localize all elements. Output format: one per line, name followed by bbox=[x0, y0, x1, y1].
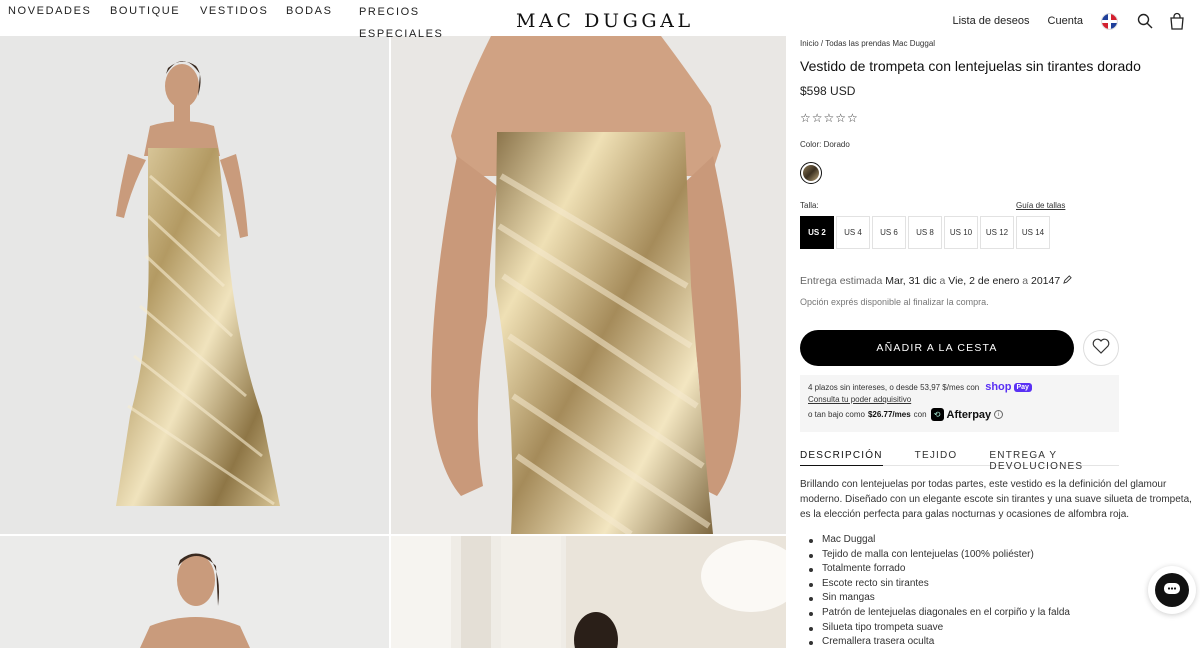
size-guide-link[interactable]: Guía de tallas bbox=[1016, 201, 1065, 210]
wishlist-heart-button[interactable] bbox=[1083, 330, 1119, 366]
delivery-prefix: Entrega estimada bbox=[800, 275, 883, 287]
tab-descripcion[interactable]: DESCRIPCIÓN bbox=[800, 450, 883, 466]
flag-icon[interactable] bbox=[1101, 12, 1118, 30]
size-option[interactable]: US 10 bbox=[944, 216, 978, 249]
size-option[interactable]: US 6 bbox=[872, 216, 906, 249]
info-icon[interactable]: i bbox=[994, 410, 1004, 419]
afterpay-con: con bbox=[913, 410, 927, 419]
size-option[interactable]: US 4 bbox=[836, 216, 870, 249]
account-link[interactable]: Cuenta bbox=[1048, 15, 1083, 27]
check-buying-power-link[interactable]: Consulta tu poder adquisitivo bbox=[808, 395, 1111, 404]
tab-entrega-devoluciones[interactable]: ENTREGA Y DEVOLUCIONES bbox=[989, 450, 1119, 472]
heart-icon bbox=[1092, 338, 1110, 359]
shop-pay-text: 4 plazos sin intereses, o desde 53,97 $/… bbox=[808, 382, 980, 392]
shop-pay-row: 4 plazos sin intereses, o desde 53,97 $/… bbox=[808, 381, 1111, 393]
search-icon[interactable] bbox=[1136, 12, 1154, 30]
list-item: Escote recto sin tirantes bbox=[809, 577, 1070, 592]
product-image-back[interactable] bbox=[0, 536, 389, 648]
feature-list: Mac Duggal Tejido de malla con lentejuel… bbox=[809, 533, 1070, 648]
main-nav: NOVEDADES BOUTIQUE VESTIDOS BODAS PRECIO… bbox=[8, 5, 442, 45]
nav-vestidos[interactable]: VESTIDOS bbox=[200, 5, 286, 45]
product-image-lifestyle[interactable] bbox=[391, 536, 786, 648]
product-image-full[interactable] bbox=[0, 36, 389, 534]
list-item: Cremallera trasera oculta bbox=[809, 635, 1070, 648]
list-item: Tejido de malla con lentejuelas (100% po… bbox=[809, 548, 1070, 563]
delivery-zip[interactable]: 20147 bbox=[1031, 275, 1060, 287]
shop-pay-logo: shop Pay bbox=[985, 381, 1032, 393]
cart-icon[interactable] bbox=[1168, 12, 1186, 30]
chat-icon bbox=[1155, 573, 1189, 607]
tab-tejido[interactable]: TEJIDO bbox=[915, 450, 958, 466]
product-description: Brillando con lentejuelas por todas part… bbox=[800, 479, 1192, 520]
product-title: Vestido de trompeta con lentejuelas sin … bbox=[800, 58, 1141, 74]
site-header: NOVEDADES BOUTIQUE VESTIDOS BODAS PRECIO… bbox=[0, 0, 1200, 40]
size-selector: US 2 US 4 US 6 US 8 US 10 US 12 US 14 bbox=[800, 216, 1050, 249]
size-option[interactable]: US 14 bbox=[1016, 216, 1050, 249]
add-to-cart-button[interactable]: AÑADIR A LA CESTA bbox=[800, 330, 1074, 366]
color-swatch-dorado[interactable] bbox=[800, 162, 822, 184]
delivery-to: Vie, 2 de enero bbox=[948, 275, 1020, 287]
afterpay-prefix: o tan bajo como bbox=[808, 410, 865, 419]
product-image-closeup[interactable] bbox=[391, 36, 786, 534]
product-tabs: DESCRIPCIÓN TEJIDO ENTREGA Y DEVOLUCIONE… bbox=[800, 450, 1119, 472]
express-note: Opción exprés disponible al finalizar la… bbox=[800, 297, 989, 307]
afterpay-icon: ⟲ bbox=[930, 408, 944, 421]
delivery-a: a bbox=[939, 275, 946, 287]
chat-widget-button[interactable] bbox=[1148, 566, 1196, 614]
size-option[interactable]: US 8 bbox=[908, 216, 942, 249]
afterpay-logo: Afterpay bbox=[946, 408, 992, 421]
nav-novedades[interactable]: NOVEDADES bbox=[8, 5, 110, 45]
pencil-icon[interactable] bbox=[1063, 275, 1072, 287]
list-item: Patrón de lentejuelas diagonales en el c… bbox=[809, 606, 1070, 621]
list-item: Mac Duggal bbox=[809, 533, 1070, 548]
afterpay-row: o tan bajo como $26.77/mes con ⟲ Afterpa… bbox=[808, 408, 1111, 421]
rating-stars[interactable]: ☆☆☆☆☆ bbox=[800, 111, 859, 125]
product-price: $598 USD bbox=[800, 84, 856, 98]
list-item: Sin mangas bbox=[809, 591, 1070, 606]
list-item: Silueta tipo trompeta suave bbox=[809, 621, 1070, 636]
delivery-estimate: Entrega estimada Mar, 31 dic a Vie, 2 de… bbox=[800, 275, 1072, 287]
afterpay-amount: $26.77/mes bbox=[867, 410, 911, 419]
nav-bodas[interactable]: BODAS bbox=[286, 5, 359, 45]
wishlist-link[interactable]: Lista de deseos bbox=[952, 15, 1029, 27]
delivery-from: Mar, 31 dic bbox=[885, 275, 937, 287]
list-item: Totalmente forrado bbox=[809, 562, 1070, 577]
header-actions: Lista de deseos Cuenta bbox=[952, 12, 1186, 30]
size-option[interactable]: US 12 bbox=[980, 216, 1014, 249]
brand-logo[interactable]: MAC DUGGAL bbox=[516, 10, 694, 32]
nav-boutique[interactable]: BOUTIQUE bbox=[110, 5, 200, 45]
color-label: Color: Dorado bbox=[800, 140, 850, 149]
delivery-a2: a bbox=[1022, 275, 1029, 287]
size-label: Talla: bbox=[800, 201, 819, 210]
product-gallery bbox=[0, 36, 786, 648]
size-option[interactable]: US 2 bbox=[800, 216, 834, 249]
breadcrumb[interactable]: Inicio / Todas las prendas Mac Duggal bbox=[800, 39, 935, 48]
nav-precios-especiales[interactable]: PRECIOS ESPECIALES bbox=[359, 1, 442, 45]
installments-box: 4 plazos sin intereses, o desde 53,97 $/… bbox=[800, 375, 1119, 432]
